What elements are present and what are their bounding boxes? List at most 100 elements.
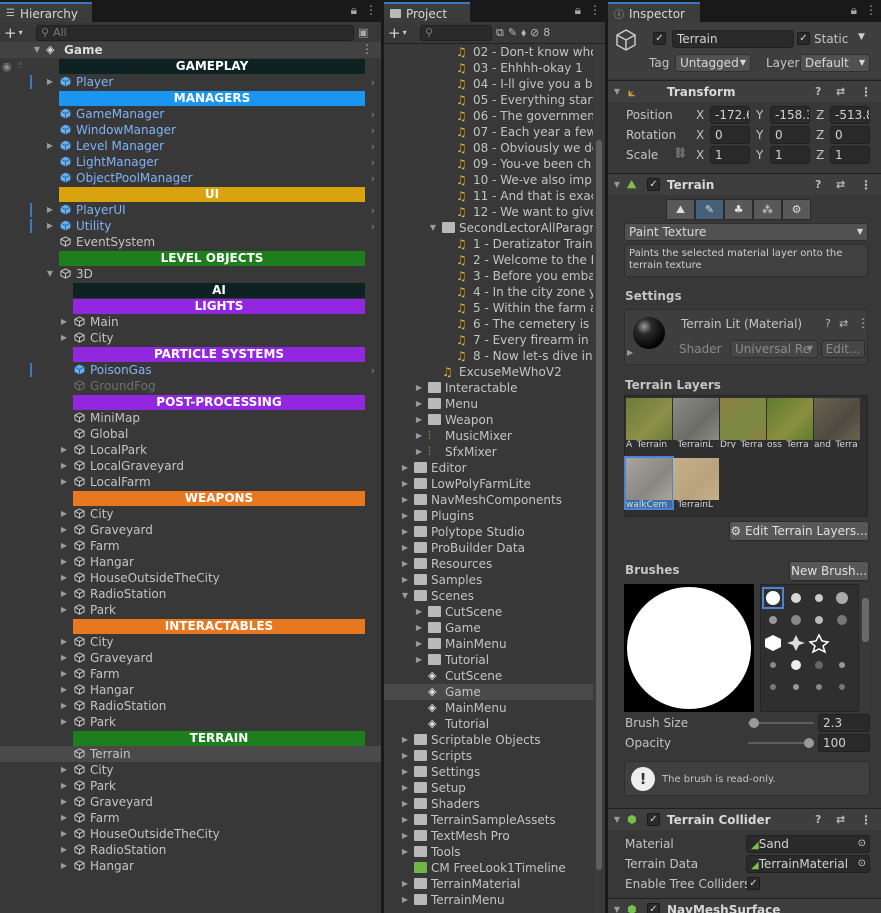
open-prefab-icon[interactable]: › — [371, 220, 375, 233]
foldout-open-icon[interactable]: ▼ — [32, 45, 42, 54]
project-row[interactable]: ▶ LowPolyFarmLite — [384, 476, 593, 492]
constrain-proportions-icon[interactable]: ⛓ — [674, 148, 687, 159]
search-by-label-icon[interactable]: ✎ — [508, 26, 517, 39]
project-row[interactable]: ◈ CutScene — [384, 668, 593, 684]
project-scrollbar[interactable] — [593, 44, 605, 913]
foldout-closed-icon[interactable]: ▶ — [414, 431, 424, 440]
component-menu-icon[interactable]: ⋮ — [860, 85, 872, 99]
foldout-closed-icon[interactable]: ▶ — [414, 623, 424, 632]
foldout-closed-icon[interactable]: ▶ — [400, 895, 410, 904]
foldout-closed-icon[interactable]: ▶ — [400, 799, 410, 808]
project-row[interactable]: ♫ 11 - And that is exact — [384, 188, 593, 204]
terrain-enabled-checkbox[interactable]: ✓ — [647, 178, 660, 191]
hierarchy-row[interactable]: ▶ Hangar — [0, 554, 381, 570]
raise-lower-terrain-tool[interactable]: ⛰ — [666, 199, 695, 220]
project-row[interactable]: ♫ 02 - Don-t know who — [384, 44, 593, 60]
active-checkbox[interactable]: ✓ — [653, 32, 666, 45]
hierarchy-row[interactable]: ▶ Farm — [0, 666, 381, 682]
terrain-component-header[interactable]: ▼ ⛰ ✓ Terrain ? ⇄ ⋮ — [608, 173, 881, 195]
foldout-closed-icon[interactable]: ▶ — [59, 813, 69, 822]
hierarchy-row[interactable]: ▶ City — [0, 506, 381, 522]
more-menu-icon[interactable]: ⋮ — [865, 3, 877, 18]
component-menu-icon[interactable]: ⋮ — [860, 813, 872, 827]
terrain-layer-tile[interactable]: A_Terrain — [626, 398, 672, 448]
hierarchy-row[interactable]: ▶ Hangar — [0, 682, 381, 698]
foldout-closed-icon[interactable]: ▶ — [59, 573, 69, 582]
slider-thumb[interactable] — [804, 738, 814, 748]
hierarchy-row[interactable]: ▶ City — [0, 330, 381, 346]
project-row[interactable]: ▶ Menu — [384, 396, 593, 412]
terrain-layer-tile[interactable]: _TerrainL — [673, 398, 719, 448]
presets-icon[interactable]: ⇄ — [836, 178, 845, 191]
hierarchy-row[interactable]: ▶ RadioStation — [0, 698, 381, 714]
project-row[interactable]: ▶ ⫶ SfxMixer — [384, 444, 593, 460]
axis-y-label[interactable]: Y — [756, 148, 763, 162]
opacity-field[interactable]: 100 — [818, 734, 870, 752]
brush-size-slider[interactable] — [748, 716, 814, 730]
more-menu-icon[interactable]: ⋮ — [365, 3, 377, 18]
help-icon[interactable]: ? — [815, 178, 821, 191]
collider-material-field[interactable]: ◢Sand ⊙ — [746, 835, 870, 853]
brush-grid-scrollbar[interactable] — [861, 584, 870, 712]
project-row[interactable]: ♫ 03 - Ehhhh-okay 1 — [384, 60, 593, 76]
edit-terrain-layers-button[interactable]: ⚙ Edit Terrain Layers... — [729, 521, 869, 541]
foldout-open-icon[interactable]: ▼ — [400, 591, 410, 600]
scale-z-field[interactable]: 1 — [830, 146, 870, 164]
project-row[interactable]: ♫ 12 - We want to give — [384, 204, 593, 220]
hierarchy-row[interactable]: PARTICLE SYSTEMS — [0, 346, 381, 362]
hierarchy-row[interactable]: Global — [0, 426, 381, 442]
project-row[interactable]: ▶ Tutorial — [384, 652, 593, 668]
navmesh-surface-header[interactable]: ▼ ⬢ ✓ NavMeshSurface — [608, 898, 881, 913]
foldout-closed-icon[interactable]: ▶ — [59, 845, 69, 854]
hierarchy-row[interactable]: INTERACTABLES — [0, 618, 381, 634]
rotation-z-field[interactable]: 0 — [830, 126, 870, 144]
foldout-closed-icon[interactable]: ▶ — [59, 685, 69, 694]
hierarchy-row[interactable]: ▶ Graveyard — [0, 650, 381, 666]
project-row[interactable]: ▶ Samples — [384, 572, 593, 588]
foldout-closed-icon[interactable]: ▶ — [414, 399, 424, 408]
foldout-closed-icon[interactable]: ▶ — [400, 879, 410, 888]
foldout-closed-icon[interactable]: ▶ — [414, 655, 424, 664]
foldout-closed-icon[interactable]: ▶ — [59, 461, 69, 470]
hierarchy-row[interactable]: MiniMap — [0, 410, 381, 426]
axis-z-label[interactable]: Z — [816, 108, 824, 122]
lock-icon[interactable]: 🔒︎ — [351, 3, 357, 18]
axis-y-label[interactable]: Y — [756, 128, 763, 142]
foldout-closed-icon[interactable]: ▶ — [45, 77, 55, 86]
tag-dropdown[interactable]: Untagged ▼ — [675, 54, 751, 72]
scrollbar-thumb[interactable] — [596, 140, 602, 870]
foldout-open-icon[interactable]: ▼ — [612, 905, 622, 913]
collider-enabled-checkbox[interactable]: ✓ — [647, 813, 660, 826]
slider-thumb[interactable] — [749, 718, 760, 728]
search-by-type-icon[interactable]: ⧉ — [496, 26, 504, 40]
hierarchy-row[interactable]: ▶ Farm — [0, 810, 381, 826]
project-row[interactable]: ▼ SecondLectorAllParagra — [384, 220, 593, 236]
brush-thumbnails[interactable] — [761, 585, 858, 711]
axis-x-label[interactable]: X — [696, 128, 704, 142]
rotation-y-field[interactable]: 0 — [770, 126, 810, 144]
project-row[interactable]: ♫ 8 - Now let-s dive int — [384, 348, 593, 364]
hierarchy-row[interactable]: UI — [0, 186, 381, 202]
foldout-closed-icon[interactable]: ▶ — [627, 348, 633, 357]
hierarchy-row[interactable]: ▼ 3D — [0, 266, 381, 282]
more-menu-icon[interactable]: ⋮ — [589, 3, 601, 18]
foldout-open-icon[interactable]: ▼ — [612, 180, 622, 189]
scale-y-field[interactable]: 1 — [770, 146, 810, 164]
foldout-closed-icon[interactable]: ▶ — [59, 765, 69, 774]
foldout-open-icon[interactable]: ▼ — [612, 87, 622, 96]
project-row[interactable]: ♫ 07 - Each year a few — [384, 124, 593, 140]
hierarchy-row[interactable]: ▶ Main — [0, 314, 381, 330]
create-button[interactable]: + ▾ — [4, 24, 32, 42]
hidden-packages-icon[interactable]: ⊘ — [530, 26, 539, 39]
foldout-closed-icon[interactable]: ▶ — [59, 637, 69, 646]
foldout-closed-icon[interactable]: ▶ — [59, 653, 69, 662]
hierarchy-row[interactable]: ▶ Hangar — [0, 858, 381, 874]
help-icon[interactable]: ? — [815, 813, 821, 826]
paint-details-tool[interactable]: ⁂ — [753, 199, 782, 220]
hierarchy-row[interactable]: ▶ Farm — [0, 538, 381, 554]
project-row[interactable]: ▶ Resources — [384, 556, 593, 572]
hierarchy-row[interactable]: GameManager › — [0, 106, 381, 122]
project-tab[interactable]: Project — [384, 2, 470, 22]
project-row[interactable]: ♫ 5 - Within the farm are — [384, 300, 593, 316]
terrain-layer-tile[interactable]: Dry_Terra — [720, 398, 766, 448]
